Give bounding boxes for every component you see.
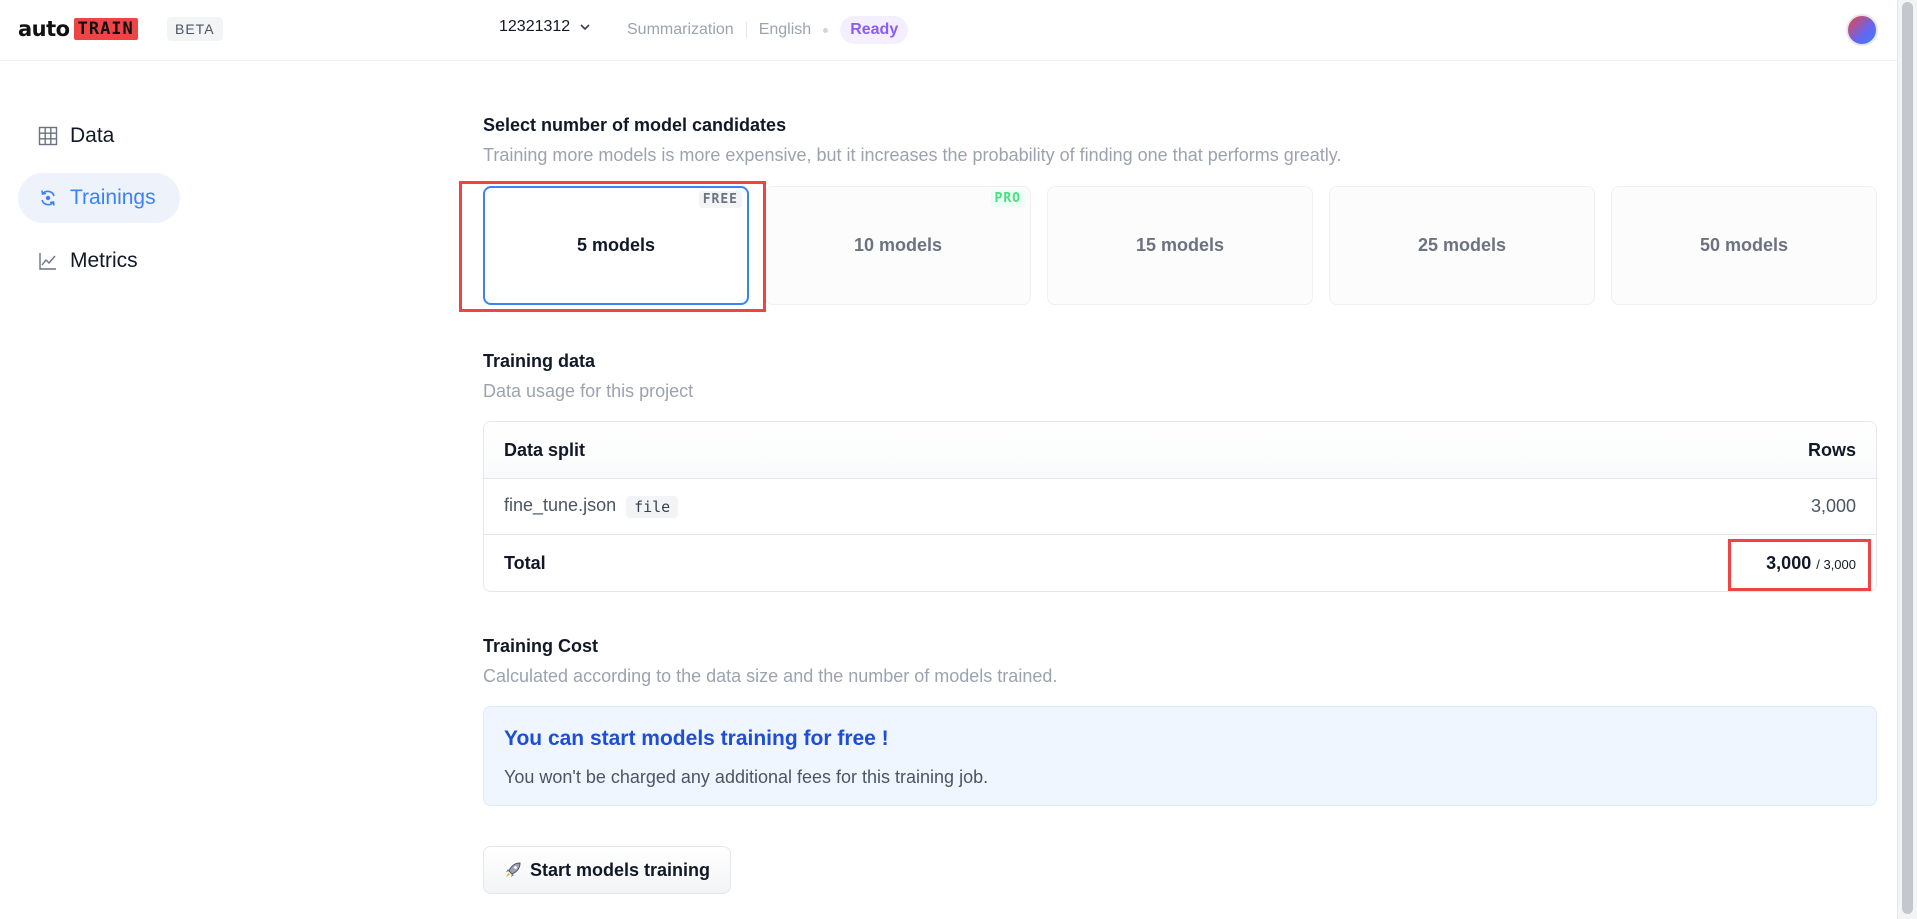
model-option-50[interactable]: 50 models (1611, 186, 1877, 305)
grid-icon (38, 126, 58, 146)
scrollbar-thumb[interactable] (1902, 2, 1913, 914)
sidebar-item-label: Trainings (70, 186, 156, 209)
model-option-25[interactable]: 25 models (1329, 186, 1595, 305)
training-data-title: Training data (483, 351, 596, 371)
file-name: fine_tune.json (504, 495, 617, 516)
table-header: Data split Rows (484, 422, 1876, 479)
separator (745, 22, 747, 38)
sidebar-item-metrics[interactable]: Metrics (18, 236, 158, 286)
autotrain-logo[interactable]: auto TRAIN (18, 17, 138, 41)
rows-cell: 3,000 (1810, 496, 1856, 516)
logo-auto-text: auto (18, 17, 70, 41)
table-row: fine_tune.json file 3,000 (484, 479, 1876, 535)
training-data-subtitle: Data usage for this project (483, 381, 694, 401)
total-max: / 3,000 (1816, 557, 1856, 572)
project-name: 12321312 (499, 18, 571, 35)
column-header-rows: Rows (1807, 439, 1856, 460)
training-cost-title: Training Cost (483, 636, 599, 656)
page-scrollbar[interactable] (1897, 0, 1917, 919)
user-avatar[interactable] (1846, 14, 1878, 46)
language-label: English (758, 21, 812, 38)
chart-icon (38, 251, 58, 271)
sidebar-item-label: Metrics (70, 249, 138, 272)
total-value: 3,000 (1766, 553, 1812, 573)
logo-train-text: TRAIN (73, 18, 138, 40)
alert-text: You won't be charged any additional fees… (504, 767, 989, 787)
model-option-label: 25 models (1417, 235, 1507, 255)
data-split-table: Data split Rows fine_tune.json file 3,000… (483, 421, 1877, 592)
model-option-label: 15 models (1135, 235, 1225, 255)
beta-badge: BETA (167, 17, 223, 41)
free-training-alert: You can start models training for free !… (483, 706, 1877, 806)
column-header-split: Data split (504, 439, 586, 460)
separator-dot (823, 27, 829, 33)
top-header: auto TRAIN BETA 12321312 Summarization E… (0, 0, 1897, 61)
table-total-row: Total 3,000 / 3,000 (484, 535, 1876, 591)
training-cost-subtitle: Calculated according to the data size an… (483, 666, 1058, 686)
total-value-cell: 3,000 / 3,000 (1766, 553, 1856, 574)
pro-badge: PRO (990, 190, 1025, 207)
free-badge: FREE (698, 191, 742, 208)
model-options: FREE 5 models PRO 10 models 15 models 25… (483, 186, 1877, 305)
project-selector[interactable]: 12321312 (499, 18, 592, 36)
refresh-icon (38, 188, 58, 208)
project-meta: Summarization English Ready (627, 16, 909, 44)
rocket-icon (504, 861, 522, 879)
chevron-down-icon (580, 24, 590, 31)
split-name-cell: fine_tune.json file (504, 495, 679, 518)
file-type-tag: file (626, 495, 679, 518)
sidebar-item-label: Data (70, 124, 115, 147)
sidebar-item-trainings[interactable]: Trainings (18, 173, 180, 223)
models-section-subtitle: Training more models is more expensive, … (483, 145, 1342, 165)
model-option-label: 10 models (853, 235, 943, 255)
task-label: Summarization (627, 21, 734, 38)
sidebar-item-data[interactable]: Data (18, 111, 134, 161)
model-option-15[interactable]: 15 models (1047, 186, 1313, 305)
model-option-label: 5 models (576, 235, 656, 255)
start-training-label: Start models training (530, 859, 711, 880)
total-label: Total (504, 553, 546, 573)
models-section-title: Select number of model candidates (483, 115, 787, 135)
model-option-label: 50 models (1699, 235, 1789, 255)
status-badge: Ready (840, 16, 909, 44)
model-option-10[interactable]: PRO 10 models (765, 186, 1031, 305)
start-training-button[interactable]: Start models training (483, 846, 732, 894)
alert-title: You can start models training for free ! (504, 727, 889, 750)
model-option-5[interactable]: FREE 5 models (483, 186, 749, 305)
